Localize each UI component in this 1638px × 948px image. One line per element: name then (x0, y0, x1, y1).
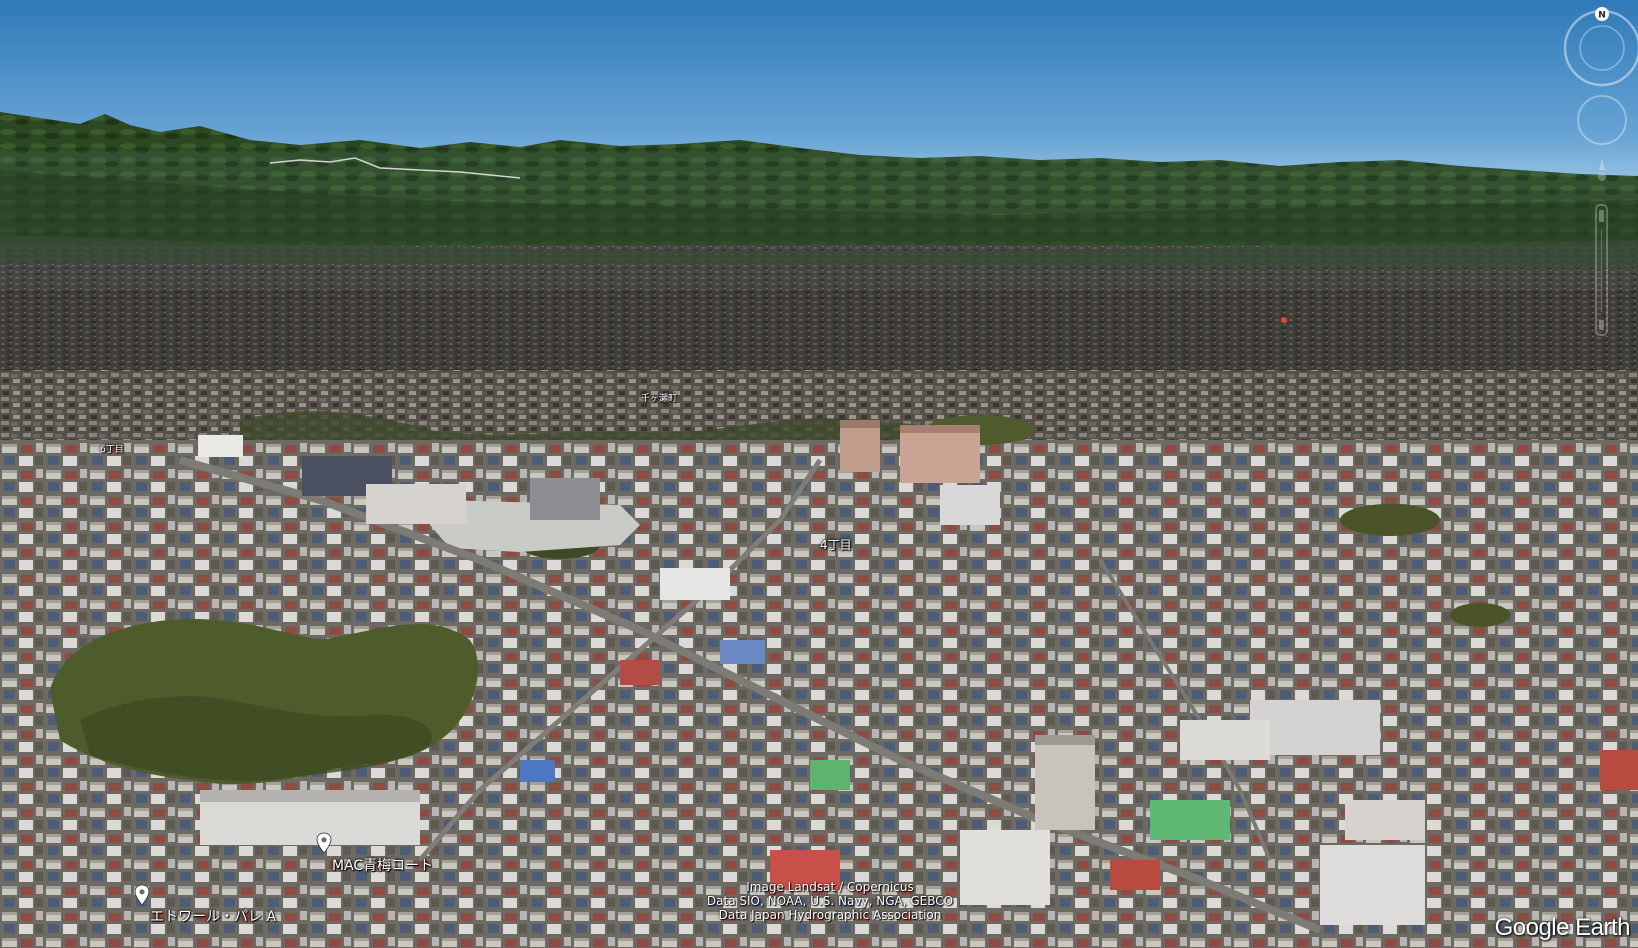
apartment-block (1035, 735, 1095, 830)
poi-label[interactable]: MAC青梅コート (332, 855, 433, 875)
building (940, 485, 1000, 525)
street-view-icon[interactable] (1598, 158, 1606, 181)
district-label[interactable]: 4丁目 (820, 536, 852, 553)
apartment-block (1345, 800, 1425, 840)
building (660, 568, 730, 600)
building (1110, 860, 1160, 890)
tree-cluster (1340, 504, 1440, 536)
apartment-block (1035, 735, 1095, 745)
district-label[interactable]: 6丁目 (100, 442, 124, 455)
attribution-line: Data Japan Hydrographic Association (718, 908, 942, 922)
building (520, 760, 555, 782)
zoom-slider-icon[interactable] (1595, 204, 1608, 336)
attribution-line: Data SIO, NOAA, U.S. Navy, NGA, GEBCO (706, 894, 954, 908)
place-label[interactable]: 千ヶ瀬町 (641, 391, 677, 404)
building (620, 660, 660, 685)
tower (900, 425, 980, 433)
poi-label[interactable]: エトワール・パレ A (150, 906, 276, 926)
building (530, 478, 600, 520)
apartment-block (1180, 720, 1270, 760)
building (810, 760, 850, 790)
attribution-line: Image Landsat / Copernicus (746, 880, 914, 894)
apartment-block (200, 790, 420, 802)
apartment-block (1150, 800, 1230, 840)
tree-cluster (1450, 603, 1510, 627)
building (720, 640, 765, 664)
building (198, 435, 243, 457)
imagery-attribution: Image Landsat / Copernicus Data SIO, NOA… (680, 880, 980, 922)
tower (900, 425, 980, 483)
tower (840, 420, 880, 428)
aerial-imagery[interactable] (0, 0, 1638, 948)
building (1600, 750, 1638, 790)
navigation-controls[interactable]: N (1548, 0, 1638, 360)
apartment-block (1320, 845, 1425, 925)
location-pin-icon[interactable] (134, 884, 150, 906)
compass-ring-icon[interactable]: N (1563, 7, 1638, 87)
compass-north-letter: N (1598, 11, 1606, 21)
google-earth-logo: Google Earth (1494, 914, 1631, 941)
location-pin-icon[interactable] (316, 832, 332, 854)
building (366, 484, 466, 524)
map-viewport[interactable]: 千ヶ瀬町 6丁目 4丁目 MAC青梅コート エトワール・パレ A Image L… (0, 0, 1638, 948)
distant-marker (1281, 317, 1287, 323)
haze (0, 150, 1638, 290)
look-joystick-icon[interactable] (1577, 95, 1627, 145)
